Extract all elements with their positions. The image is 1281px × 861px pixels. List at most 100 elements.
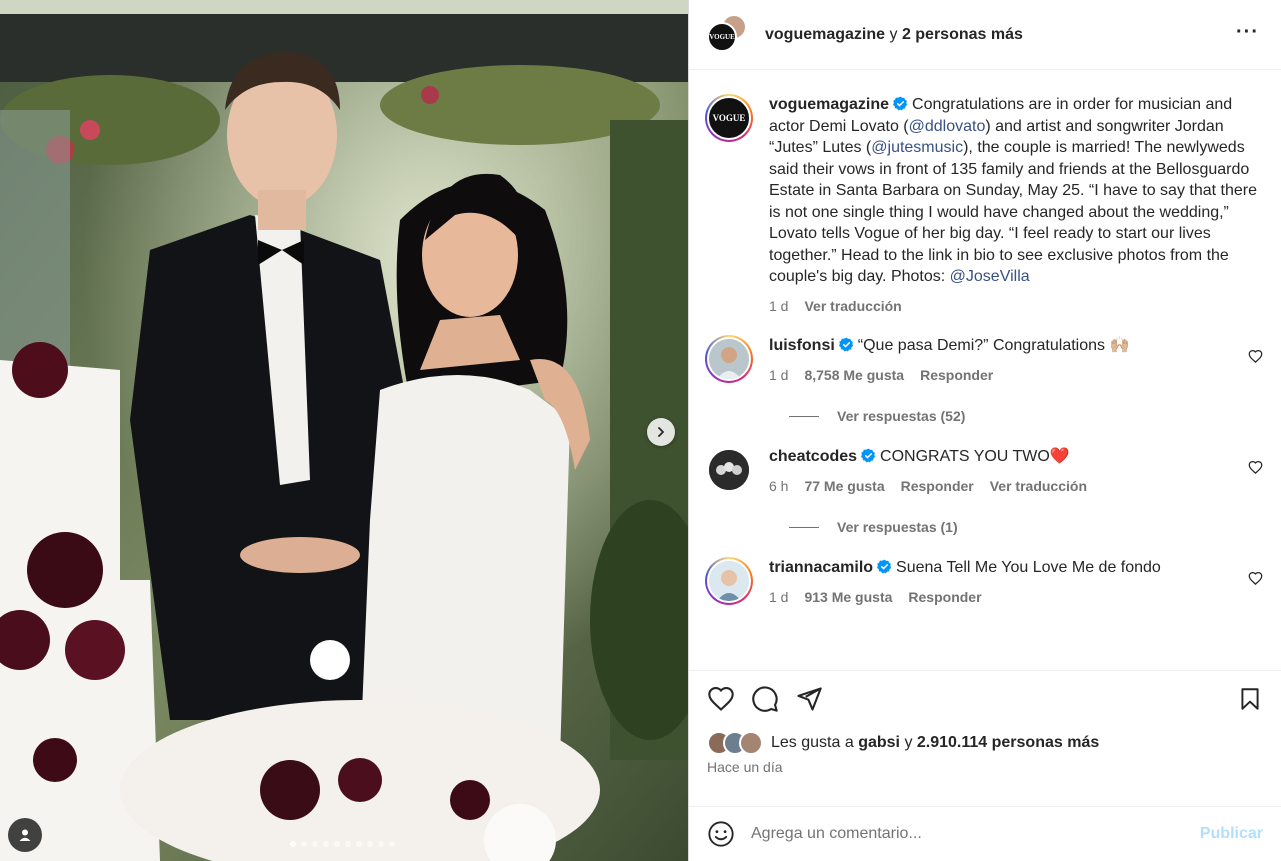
vogue-avatar: VOGUE bbox=[707, 21, 737, 52]
mention-link[interactable]: @JoseVilla bbox=[950, 268, 1030, 285]
user-icon bbox=[19, 829, 31, 841]
luisfonsi-avatar bbox=[707, 337, 751, 381]
header-others[interactable]: 2 personas más bbox=[902, 26, 1023, 43]
like-comment-heart-icon[interactable] bbox=[1248, 460, 1263, 475]
comment-bubble-icon[interactable] bbox=[751, 685, 779, 713]
share-send-icon[interactable] bbox=[795, 685, 823, 713]
collab-avatars[interactable]: VOGUE bbox=[707, 13, 749, 56]
like-comment-heart-icon[interactable] bbox=[1248, 571, 1263, 586]
next-slide-button[interactable] bbox=[647, 418, 675, 446]
vogue-avatar: VOGUE bbox=[707, 96, 751, 140]
post-details-panel: VOGUE voguemagazine y 2 personas más ···… bbox=[688, 0, 1281, 861]
mention-link[interactable]: @jutesmusic bbox=[871, 139, 963, 156]
action-icons bbox=[707, 685, 1263, 713]
caption: VOGUE voguemagazine Congratulations are i… bbox=[705, 94, 1265, 317]
view-replies-label: Ver respuestas (52) bbox=[837, 408, 966, 424]
add-comment-bar: Publicar bbox=[689, 806, 1281, 861]
replies-divider bbox=[789, 415, 819, 417]
story-ring[interactable] bbox=[705, 557, 753, 605]
emoji-smiley-icon bbox=[708, 821, 734, 847]
comment-body: CONGRATS YOU TWO❤️ bbox=[880, 448, 1070, 465]
carousel-dot bbox=[334, 841, 340, 847]
comment-username[interactable]: luisfonsi bbox=[769, 337, 835, 354]
emoji-picker-button[interactable] bbox=[707, 820, 735, 848]
post-timestamp[interactable]: Hace un día bbox=[707, 759, 1263, 775]
comment-item: triannacamilo Suena Tell Me You Love Me d… bbox=[705, 557, 1265, 608]
instagram-post-modal: VOGUE voguemagazine y 2 personas más ···… bbox=[0, 0, 1281, 861]
avatar-photo bbox=[709, 561, 749, 601]
comment-text: triannacamilo Suena Tell Me You Love Me d… bbox=[769, 557, 1265, 579]
reply-button[interactable]: Responder bbox=[920, 365, 993, 387]
mention-link[interactable]: @ddlovato bbox=[909, 118, 986, 135]
comment-username[interactable]: cheatcodes bbox=[769, 448, 857, 465]
carousel-dot bbox=[378, 841, 384, 847]
more-options-button[interactable]: ··· bbox=[1236, 22, 1259, 42]
comment-likes[interactable]: 77 Me gusta bbox=[804, 476, 884, 498]
avatar-photo bbox=[709, 339, 749, 379]
verified-badge-icon bbox=[861, 448, 876, 463]
carousel-dot bbox=[389, 841, 395, 847]
carousel-dot bbox=[356, 841, 362, 847]
reply-button[interactable]: Responder bbox=[901, 476, 974, 498]
story-ring[interactable] bbox=[705, 335, 753, 383]
chevron-right-icon bbox=[658, 427, 664, 437]
save-bookmark-icon[interactable] bbox=[1237, 686, 1263, 712]
carousel-dot bbox=[290, 841, 296, 847]
comment-item: luisfonsi “Que pasa Demi?” Congratulation… bbox=[705, 335, 1265, 386]
post-media[interactable] bbox=[0, 0, 688, 861]
avatar-photo bbox=[709, 450, 749, 490]
vogue-logo: VOGUE bbox=[712, 113, 746, 123]
replies-divider bbox=[789, 526, 819, 528]
tagged-users-button[interactable] bbox=[8, 818, 42, 852]
view-replies-button[interactable]: Ver respuestas (1) bbox=[789, 519, 1265, 535]
post-authors[interactable]: voguemagazine y 2 personas más bbox=[765, 26, 1023, 44]
header-username[interactable]: voguemagazine bbox=[765, 26, 885, 43]
post-header: VOGUE voguemagazine y 2 personas más ··· bbox=[689, 0, 1281, 70]
comment-likes[interactable]: 8,758 Me gusta bbox=[804, 365, 904, 387]
wedding-photo bbox=[0, 0, 688, 861]
view-replies-label: Ver respuestas (1) bbox=[837, 519, 958, 535]
likes-summary[interactable]: Les gusta a gabsi y 2.910.114 personas m… bbox=[707, 731, 1263, 755]
likes-count[interactable]: 2.910.114 personas más bbox=[917, 734, 1099, 752]
comment-input[interactable] bbox=[751, 825, 1200, 843]
post-actions: Les gusta a gabsi y 2.910.114 personas m… bbox=[689, 670, 1281, 806]
caption-time[interactable]: 1 d bbox=[769, 296, 788, 318]
header-connector: y bbox=[889, 25, 898, 43]
comment-time[interactable]: 1 d bbox=[769, 365, 788, 387]
comment-likes[interactable]: 913 Me gusta bbox=[804, 587, 892, 609]
verified-badge-icon bbox=[877, 559, 892, 574]
carousel-dot bbox=[301, 841, 307, 847]
reply-button[interactable]: Responder bbox=[908, 587, 981, 609]
comment-body: Suena Tell Me You Love Me de fondo bbox=[896, 559, 1161, 576]
liker-username[interactable]: gabsi bbox=[858, 734, 900, 752]
publish-button[interactable]: Publicar bbox=[1200, 825, 1263, 843]
story-ring[interactable]: VOGUE bbox=[705, 94, 753, 142]
translate-link[interactable]: Ver traducción bbox=[990, 476, 1087, 498]
liker-avatars bbox=[707, 731, 763, 755]
like-heart-icon[interactable] bbox=[707, 685, 735, 713]
verified-badge-icon bbox=[893, 96, 908, 111]
carousel-dot bbox=[323, 841, 329, 847]
cheatcodes-avatar-wrap[interactable] bbox=[705, 446, 753, 494]
translate-link[interactable]: Ver traducción bbox=[804, 296, 901, 318]
comment-text: cheatcodes CONGRATS YOU TWO❤️ bbox=[769, 446, 1265, 468]
cheatcodes-avatar bbox=[709, 450, 749, 490]
caption-username[interactable]: voguemagazine bbox=[769, 96, 889, 113]
view-replies-button[interactable]: Ver respuestas (52) bbox=[789, 408, 1265, 424]
comment-time[interactable]: 1 d bbox=[769, 587, 788, 609]
carousel-dot bbox=[367, 841, 373, 847]
comment-username[interactable]: triannacamilo bbox=[769, 559, 873, 576]
caption-text: voguemagazine Congratulations are in orde… bbox=[769, 94, 1265, 288]
carousel-dot bbox=[345, 841, 351, 847]
carousel-indicator bbox=[290, 841, 395, 847]
carousel-dot bbox=[312, 841, 318, 847]
more-horizontal-icon: ··· bbox=[1236, 21, 1259, 43]
comment-item: cheatcodes CONGRATS YOU TWO❤️ 6 h 77 Me g… bbox=[705, 446, 1265, 497]
liker-avatar bbox=[739, 731, 763, 755]
triannacamilo-avatar bbox=[707, 559, 751, 603]
comment-time[interactable]: 6 h bbox=[769, 476, 788, 498]
comment-body: “Que pasa Demi?” Congratulations 🙌🏼 bbox=[857, 337, 1130, 354]
comments-list[interactable]: VOGUE voguemagazine Congratulations are i… bbox=[689, 70, 1281, 670]
comment-text: luisfonsi “Que pasa Demi?” Congratulation… bbox=[769, 335, 1265, 357]
like-comment-heart-icon[interactable] bbox=[1248, 349, 1263, 364]
